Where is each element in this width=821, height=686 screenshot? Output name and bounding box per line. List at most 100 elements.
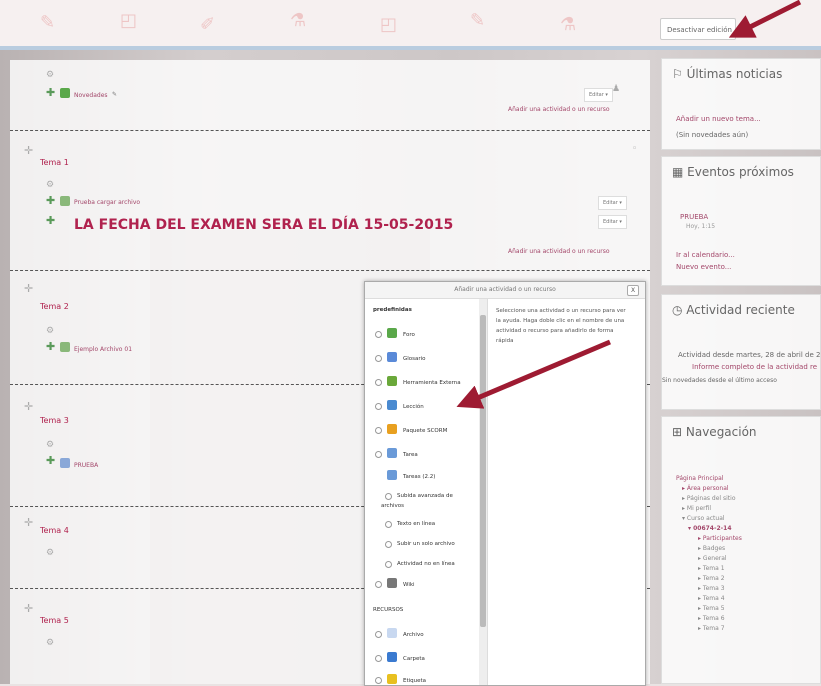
clock-icon: ◷ [672, 303, 687, 317]
move-icon[interactable]: ✚ [46, 454, 55, 467]
gear-icon[interactable]: ⚙ [46, 180, 54, 190]
visibility-icon[interactable]: ◦ [632, 144, 637, 154]
edit-menu-button[interactable]: Editar ▾ [598, 196, 627, 210]
activity-prueba-cargar-archivo[interactable]: Prueba cargar archivo [74, 199, 140, 206]
calendar-link[interactable]: Ir al calendario... [676, 251, 735, 259]
nav-item[interactable]: ▸ Tema 5 [698, 605, 725, 612]
gear-icon[interactable]: ⚙ [46, 440, 54, 450]
move-section-icon[interactable]: ✛ [24, 144, 33, 157]
radio-herramienta-externa[interactable] [375, 379, 382, 386]
nav-item[interactable]: ▸ Tema 4 [698, 595, 725, 602]
radio-foro[interactable] [375, 331, 382, 338]
radio-archivo[interactable] [375, 631, 382, 638]
radio-actividad-no-en-linea[interactable] [385, 561, 392, 568]
deactivate-edit-button[interactable]: Desactivar edición [660, 18, 736, 40]
nav-item[interactable]: ▸ Tema 6 [698, 615, 725, 622]
move-icon[interactable]: ✚ [46, 86, 55, 99]
no-news-since: Sin novedades desde el último acceso [662, 377, 777, 384]
edit-menu-button[interactable]: Editar ▾ [598, 215, 627, 229]
radio-subir-archivo[interactable] [385, 541, 392, 548]
option-label[interactable]: Herramienta Externa [403, 380, 461, 386]
option-label-cont: archivos [381, 503, 405, 509]
radio-wiki[interactable] [375, 581, 382, 588]
move-section-icon[interactable]: ✛ [24, 602, 33, 615]
scorm-icon [387, 424, 397, 434]
nav-item[interactable]: ▸ Área personal [682, 485, 729, 492]
section-title: Tema 1 [40, 158, 69, 167]
option-label[interactable]: Etiqueta [403, 678, 426, 684]
option-label[interactable]: Wiki [403, 582, 415, 588]
radio-scorm[interactable] [375, 427, 382, 434]
move-icon[interactable]: ✚ [46, 194, 55, 207]
move-section-icon[interactable]: ✛ [24, 282, 33, 295]
move-section-icon[interactable]: ✛ [24, 400, 33, 413]
activity-ejemplo-archivo[interactable]: Ejemplo Archivo 01 [74, 346, 132, 353]
label-icon [387, 674, 397, 684]
move-section-icon[interactable]: ✛ [24, 516, 33, 529]
activity-since: Actividad desde martes, 28 de abril de 2 [678, 351, 821, 359]
activity-novedades[interactable]: Novedades [74, 92, 108, 99]
block-latest-news: ⚐ Últimas noticias Añadir un nuevo tema.… [661, 58, 821, 150]
help-description: Seleccione una actividad o un recurso pa… [496, 308, 626, 344]
radio-carpeta[interactable] [375, 655, 382, 662]
edit-title-icon[interactable]: ✎ [112, 91, 117, 98]
option-label[interactable]: Lección [403, 404, 424, 410]
dialog-title: Añadir una actividad o un recurso [365, 282, 645, 299]
radio-leccion[interactable] [375, 403, 382, 410]
option-label[interactable]: Carpeta [403, 656, 425, 662]
move-icon[interactable]: ✚ [46, 340, 55, 353]
radio-etiqueta[interactable] [375, 677, 382, 684]
option-label[interactable]: Texto en línea [397, 521, 435, 527]
nav-item[interactable]: ▸ Participantes [698, 535, 742, 542]
nav-item[interactable]: ▾ 00674-2-14 [688, 525, 732, 532]
add-activity-link[interactable]: Añadir una actividad o un recurso [508, 106, 610, 113]
full-report-link[interactable]: Informe completo de la actividad re [692, 363, 817, 371]
nav-item[interactable]: ▸ Mi perfil [682, 505, 711, 512]
nav-item[interactable]: ▸ Páginas del sitio [682, 495, 736, 502]
folder-icon [387, 652, 397, 662]
nav-item[interactable]: ▸ Tema 7 [698, 625, 725, 632]
option-label[interactable]: Paquete SCORM [403, 428, 447, 434]
event-link[interactable]: PRUEBA [680, 213, 708, 221]
add-activity-link[interactable]: Añadir una actividad o un recurso [508, 248, 610, 255]
user-icon[interactable]: ♟ [612, 84, 620, 94]
radio-subida-avanzada[interactable] [385, 493, 392, 500]
option-label[interactable]: Archivo [403, 632, 424, 638]
radio-tarea[interactable] [375, 451, 382, 458]
nav-item[interactable]: ▸ Tema 1 [698, 565, 725, 572]
doodle-icon: ⚗ [560, 14, 577, 35]
nav-item[interactable]: ▸ General [698, 555, 727, 562]
gear-icon[interactable]: ⚙ [46, 70, 54, 80]
glossary-icon [387, 352, 397, 362]
new-event-link[interactable]: Nuevo evento... [676, 263, 731, 271]
option-label[interactable]: Tareas (2.2) [403, 474, 435, 480]
nav-item[interactable]: ▸ Badges [698, 545, 725, 552]
option-label[interactable]: Subida avanzada de [397, 493, 453, 499]
option-label[interactable]: Subir un solo archivo [397, 541, 455, 547]
move-icon[interactable]: ✚ [46, 214, 55, 227]
gear-icon[interactable]: ⚙ [46, 548, 54, 558]
edit-menu-button[interactable]: Editar ▾ [584, 88, 613, 102]
close-icon[interactable]: X [627, 285, 639, 296]
activity-chooser-list[interactable]: predefinidas Foro Glosario Herramienta E… [367, 299, 487, 685]
radio-glosario[interactable] [375, 355, 382, 362]
megaphone-icon: ⚐ [672, 67, 687, 81]
radio-texto-en-linea[interactable] [385, 521, 392, 528]
puzzle-icon [387, 376, 397, 386]
gear-icon[interactable]: ⚙ [46, 326, 54, 336]
nav-item[interactable]: ▸ Tema 2 [698, 575, 725, 582]
option-label[interactable]: Glosario [403, 356, 426, 362]
scrollbar-thumb[interactable] [480, 315, 486, 627]
gear-icon[interactable]: ⚙ [46, 638, 54, 648]
nav-item[interactable]: Página Principal [676, 475, 723, 482]
group-heading: predefinidas [373, 307, 412, 313]
scrollbar[interactable] [479, 299, 487, 685]
nav-item[interactable]: ▸ Tema 3 [698, 585, 725, 592]
section-title: Tema 3 [40, 416, 69, 425]
add-news-link[interactable]: Añadir un nuevo tema... [676, 115, 761, 123]
activity-prueba[interactable]: PRUEBA [74, 462, 98, 469]
option-label[interactable]: Tarea [403, 452, 418, 458]
option-label[interactable]: Foro [403, 332, 415, 338]
option-label[interactable]: Actividad no en línea [397, 561, 455, 567]
nav-item[interactable]: ▾ Curso actual [682, 515, 725, 522]
